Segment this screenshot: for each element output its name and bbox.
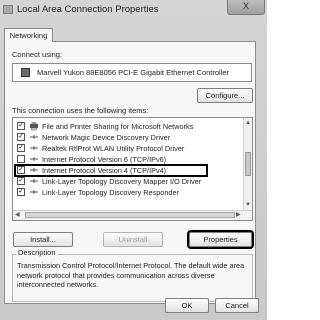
components-list[interactable]: ✓ File and Printer Sharing for Microsoft… <box>12 117 253 221</box>
network-protocol-icon <box>30 146 38 150</box>
vertical-scroll-thumb[interactable] <box>245 152 251 176</box>
item-checkbox[interactable] <box>17 155 25 163</box>
network-protocol-icon <box>30 168 38 172</box>
title-bar[interactable]: Local Area Connection Properties X <box>0 0 267 20</box>
properties-window: Local Area Connection Properties X Netwo… <box>0 0 267 320</box>
network-adapter-icon <box>21 68 30 77</box>
scroll-right-icon[interactable]: ▶ <box>236 212 241 218</box>
description-title: Description <box>16 248 58 257</box>
list-item[interactable]: ✓ Link-Layer Topology Discovery Responde… <box>17 187 237 198</box>
adapter-field: Marvell Yukon 88E8056 PCI-E Gigabit Ethe… <box>12 63 252 82</box>
scroll-down-icon[interactable]: ▼ <box>245 202 251 208</box>
window-title: Local Area Connection Properties <box>17 4 159 15</box>
connect-using-label: Connect using: <box>12 50 63 59</box>
item-label: Internet Protocol Version 6 (TCP/IPv6) <box>42 155 167 164</box>
item-label: Network Magic Device Discovery Driver <box>42 133 171 142</box>
items-list-label: This connection uses the following items… <box>12 106 149 115</box>
list-item[interactable]: Internet Protocol Version 6 (TCP/IPv6) <box>17 154 237 165</box>
horizontal-scrollbar[interactable]: ◀ ▶ <box>13 210 252 220</box>
printer-icon <box>30 122 38 131</box>
adapter-name: Marvell Yukon 88E8056 PCI-E Gigabit Ethe… <box>37 68 230 77</box>
cancel-button[interactable]: Cancel <box>215 298 259 313</box>
item-label: Internet Protocol Version 4 (TCP/IPv4) <box>42 166 167 175</box>
horizontal-scroll-thumb[interactable] <box>25 212 235 218</box>
install-button[interactable]: Install... <box>13 232 73 247</box>
item-checkbox[interactable]: ✓ <box>17 188 25 196</box>
scroll-left-icon[interactable]: ◀ <box>15 212 20 218</box>
item-checkbox[interactable]: ✓ <box>17 133 25 141</box>
list-item[interactable]: ✓ File and Printer Sharing for Microsoft… <box>17 121 237 132</box>
network-connection-icon <box>3 5 13 14</box>
tab-networking[interactable]: Networking <box>4 28 53 42</box>
list-item[interactable]: ✓ Realtek RtlProt WLAN Utility Protocol … <box>17 143 237 154</box>
list-item[interactable]: ✓ Network Magic Device Discovery Driver <box>17 132 237 143</box>
scroll-up-icon[interactable]: ▲ <box>245 120 251 126</box>
item-checkbox[interactable]: ✓ <box>17 122 25 130</box>
network-protocol-icon <box>30 190 38 194</box>
configure-button[interactable]: Configure... <box>197 88 253 103</box>
network-protocol-icon <box>30 179 38 183</box>
item-label: File and Printer Sharing for Microsoft N… <box>42 122 194 131</box>
uninstall-button[interactable]: Uninstall <box>103 232 163 247</box>
vertical-scrollbar[interactable]: ▲ ▼ <box>243 118 252 210</box>
item-label: Realtek RtlProt WLAN Utility Protocol Dr… <box>42 144 185 153</box>
list-item[interactable]: ✓ Link-Layer Topology Discovery Mapper I… <box>17 176 237 187</box>
description-text: Transmission Control Protocol/Internet P… <box>17 261 245 289</box>
ok-button[interactable]: OK <box>165 298 209 313</box>
properties-button[interactable]: Properties <box>187 230 254 249</box>
network-protocol-icon <box>30 157 38 161</box>
network-protocol-icon <box>30 135 38 139</box>
item-checkbox[interactable]: ✓ <box>17 177 25 185</box>
close-button[interactable]: X <box>227 0 265 15</box>
list-item-selected[interactable]: ✓ Internet Protocol Version 4 (TCP/IPv4) <box>17 165 237 176</box>
item-label: Link-Layer Topology Discovery Responder <box>42 188 179 197</box>
item-label: Link-Layer Topology Discovery Mapper I/O… <box>42 177 202 186</box>
item-checkbox[interactable]: ✓ <box>17 144 25 152</box>
networking-panel: Connect using: Marvell Yukon 88E8056 PCI… <box>4 41 256 304</box>
item-checkbox[interactable]: ✓ <box>17 166 25 174</box>
